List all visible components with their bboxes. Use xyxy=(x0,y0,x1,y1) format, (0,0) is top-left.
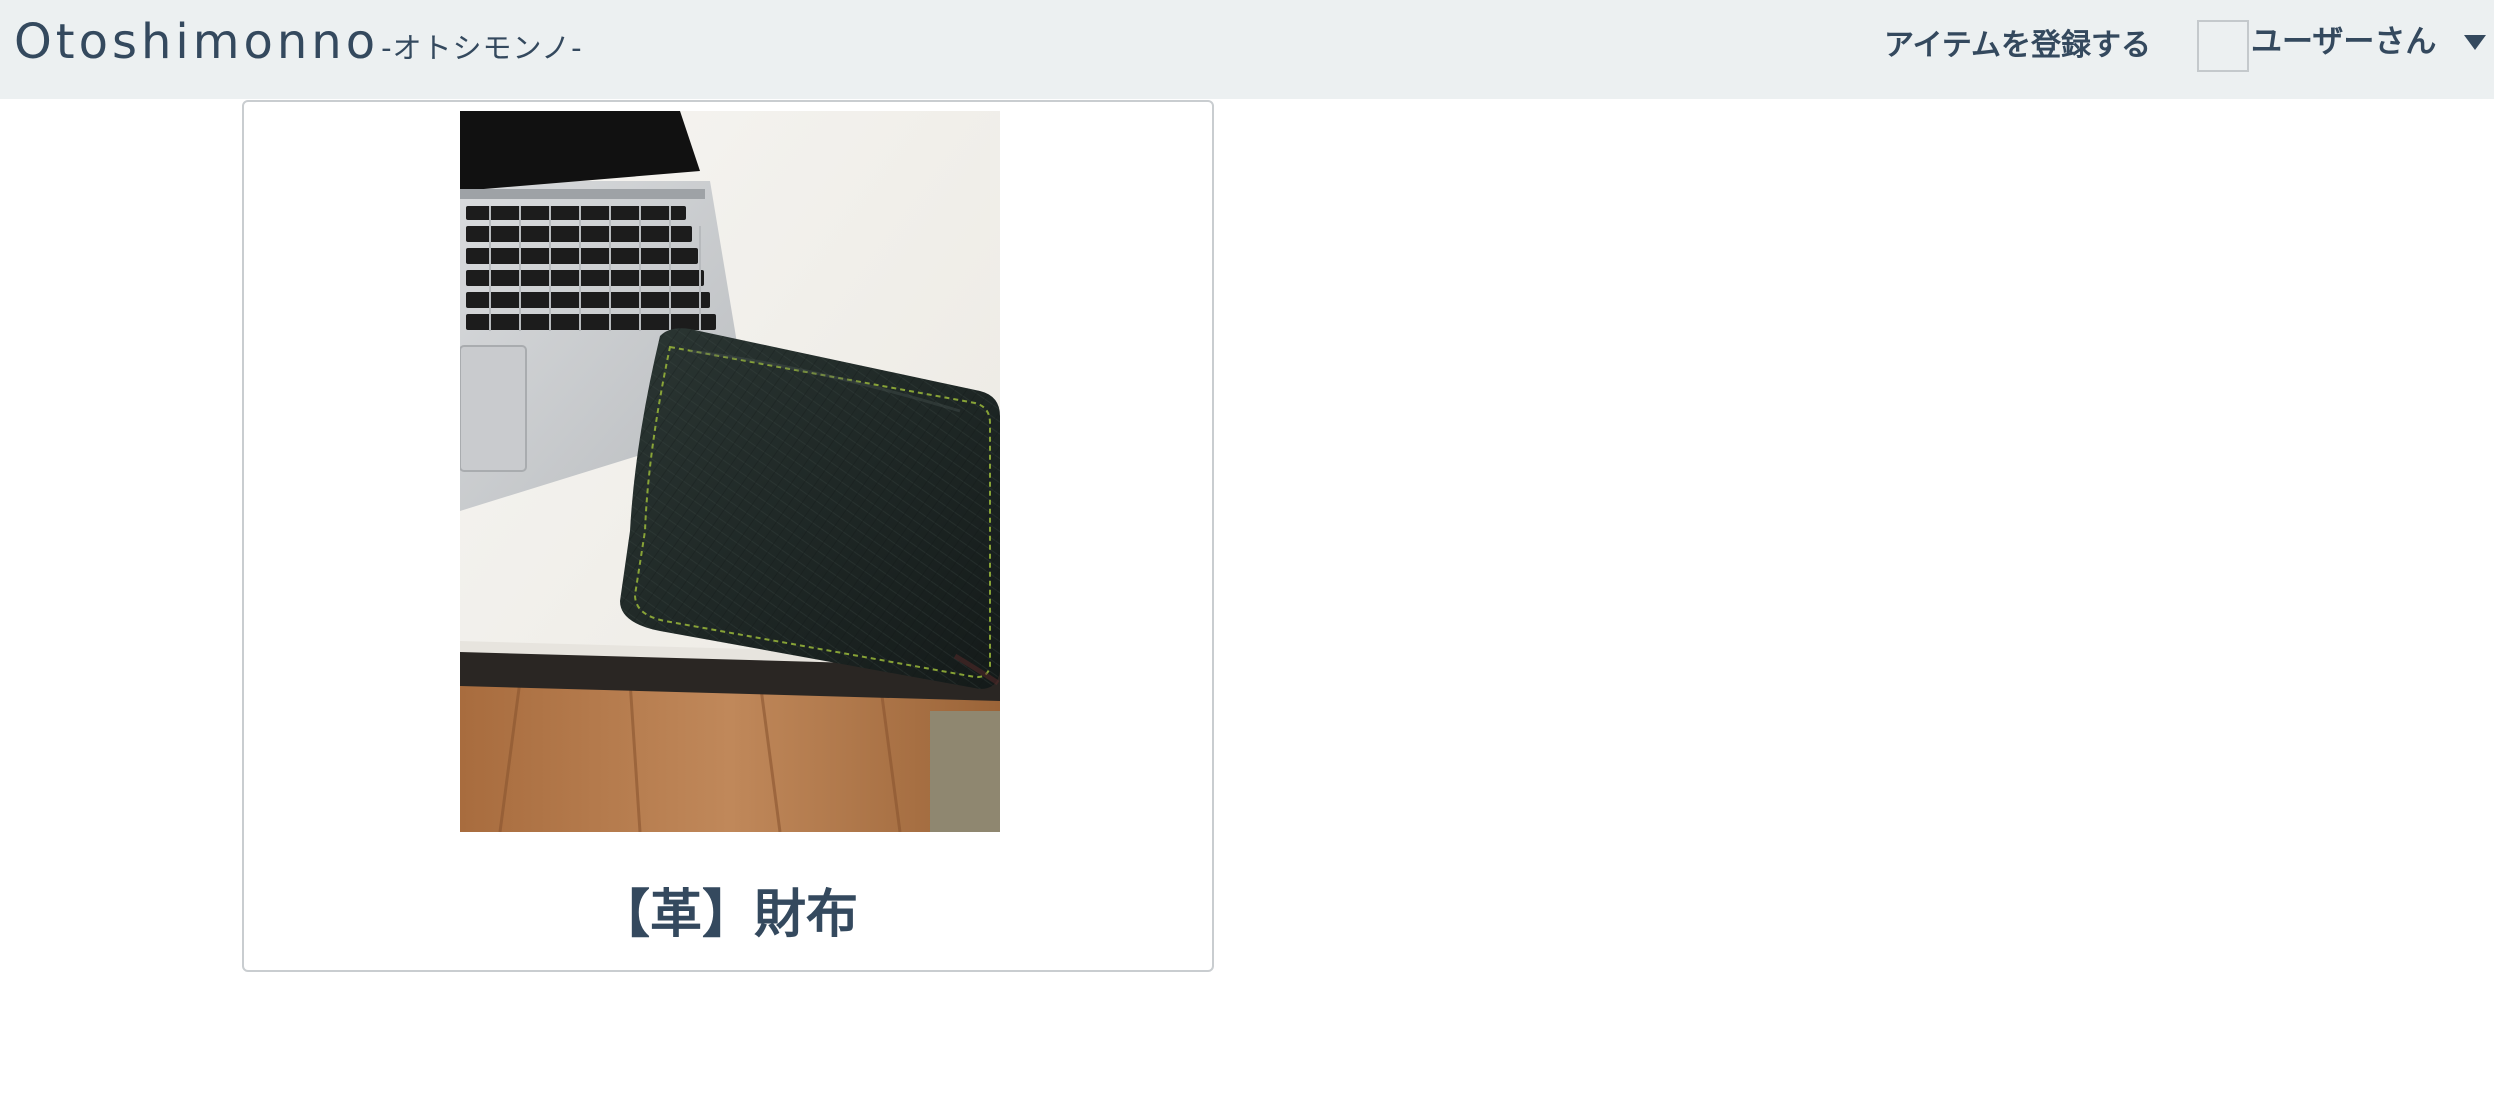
item-title[interactable]: 【革】財布 xyxy=(244,872,1212,947)
top-navbar: Otoshimonno -オトシモンノ- アイテムを登録する ユーザーさん xyxy=(0,0,2494,99)
item-photo[interactable] xyxy=(460,111,1000,832)
logo-main-text: Otoshimonno xyxy=(14,14,380,70)
avatar xyxy=(2197,20,2249,72)
logo-sub-text: -オトシモンノ- xyxy=(381,31,583,65)
item-card[interactable]: 【革】財布 xyxy=(242,100,1214,972)
site-logo[interactable]: Otoshimonno -オトシモンノ- xyxy=(14,14,583,70)
register-item-link[interactable]: アイテムを登録する xyxy=(1884,20,2151,64)
caret-down-icon xyxy=(2464,34,2487,50)
user-name: ユーザーさん xyxy=(2251,23,2437,60)
wallet-photo-icon xyxy=(460,111,1000,832)
user-menu-dropdown[interactable]: ユーザーさん xyxy=(2197,18,2487,74)
